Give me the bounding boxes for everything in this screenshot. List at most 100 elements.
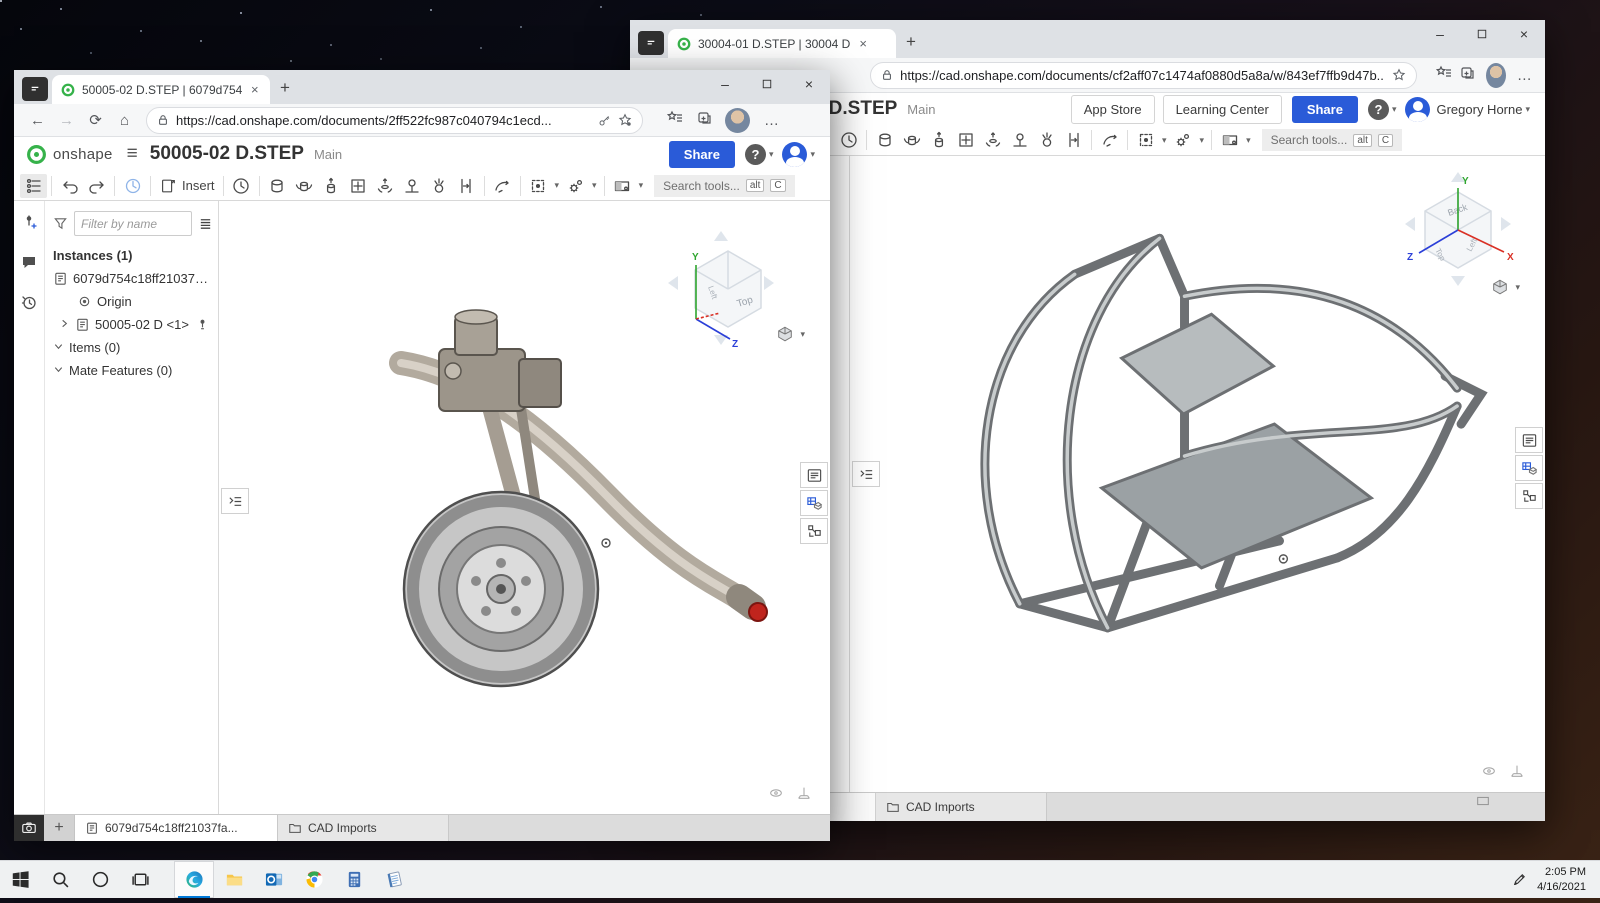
- minimize-button[interactable]: –: [1419, 20, 1461, 47]
- expand-chevron-icon[interactable]: [59, 317, 70, 332]
- sync-icon[interactable]: [119, 174, 146, 198]
- assembly-tab[interactable]: 6079d754c18ff21037fa...: [75, 815, 278, 841]
- taskbar-chrome-icon[interactable]: [294, 861, 334, 898]
- settings-gears-icon[interactable]: [1170, 128, 1197, 152]
- minimize-button[interactable]: –: [704, 70, 746, 97]
- password-key-icon[interactable]: [598, 114, 611, 127]
- tree-row-origin[interactable]: Origin: [45, 290, 218, 313]
- browser-menu-icon[interactable]: …: [758, 112, 785, 129]
- ball-mate-icon[interactable]: [1033, 128, 1060, 152]
- collections-icon[interactable]: [690, 110, 717, 130]
- parallel-mate-icon[interactable]: [1060, 128, 1087, 152]
- tree-row-items[interactable]: Items (0): [45, 336, 218, 359]
- taskbar-edge-icon[interactable]: [174, 861, 214, 898]
- cortana-icon[interactable]: [80, 861, 120, 898]
- appearance-icon[interactable]: [1481, 763, 1497, 784]
- section-view-icon[interactable]: [609, 174, 636, 198]
- new-element-tab-button[interactable]: +: [44, 815, 75, 841]
- tree-row-instance[interactable]: 6079d754c18ff21037fadc...: [45, 267, 218, 290]
- user-name[interactable]: Gregory Horne: [1436, 102, 1522, 117]
- browser-profile-avatar[interactable]: [1486, 63, 1506, 88]
- section-chevron-icon[interactable]: ▾: [639, 180, 644, 191]
- appearance-icon[interactable]: [768, 785, 784, 806]
- new-tab-icon[interactable]: +: [906, 32, 916, 52]
- share-button[interactable]: Share: [669, 141, 735, 168]
- slider-mate-icon[interactable]: [318, 174, 345, 198]
- list-options-icon[interactable]: [198, 216, 213, 231]
- planar-mate-icon[interactable]: [345, 174, 372, 198]
- user-avatar[interactable]: [1405, 97, 1430, 122]
- planar-mate-icon[interactable]: [952, 128, 979, 152]
- section-view-icon[interactable]: [1216, 128, 1243, 152]
- fastened-mate-icon[interactable]: [264, 174, 291, 198]
- collections-icon[interactable]: [1457, 65, 1478, 85]
- insert-button[interactable]: Insert: [155, 177, 219, 195]
- panel-collapse-toggle[interactable]: [221, 488, 249, 514]
- settings-chevron-icon[interactable]: ▾: [592, 180, 597, 191]
- close-tab-icon[interactable]: ×: [859, 36, 867, 51]
- cad-imports-tab[interactable]: CAD Imports: [876, 793, 1047, 821]
- cylindrical-mate-icon[interactable]: [372, 174, 399, 198]
- mate-connector-icon[interactable]: [195, 317, 210, 332]
- revolute-mate-icon[interactable]: [898, 128, 925, 152]
- user-avatar[interactable]: [782, 142, 807, 167]
- taskbar-file-explorer-icon[interactable]: [214, 861, 254, 898]
- close-tab-icon[interactable]: ×: [251, 82, 259, 97]
- help-chevron-icon[interactable]: ▾: [769, 149, 774, 160]
- user-menu-chevron-icon[interactable]: ▾: [810, 149, 815, 160]
- back-icon[interactable]: ←: [24, 112, 51, 129]
- user-menu-chevron-icon[interactable]: ▾: [1525, 104, 1530, 115]
- url-text[interactable]: https://cad.onshape.com/documents/cf2aff…: [900, 68, 1385, 83]
- occurrence-list-toggle[interactable]: [1515, 427, 1543, 453]
- new-tab-icon[interactable]: +: [280, 78, 290, 98]
- view-cube-menu[interactable]: ▾: [776, 325, 808, 343]
- revolute-mate-icon[interactable]: [291, 174, 318, 198]
- browser-window-front[interactable]: 50005-02 D.STEP | 6079d754c18 × + – × ← …: [14, 70, 830, 838]
- cad-imports-tab[interactable]: CAD Imports: [278, 815, 449, 841]
- tree-row-part[interactable]: 50005-02 D <1>: [45, 313, 218, 336]
- close-window-button[interactable]: ×: [1503, 20, 1545, 47]
- taskbar-notepad-icon[interactable]: [374, 861, 414, 898]
- maximize-button[interactable]: [746, 70, 788, 97]
- settings-chevron-icon[interactable]: ▾: [1200, 135, 1205, 146]
- redo-icon[interactable]: [83, 174, 110, 198]
- learning-center-button[interactable]: Learning Center: [1163, 95, 1282, 124]
- comments-icon[interactable]: [20, 253, 38, 276]
- favorite-star-icon[interactable]: [618, 113, 632, 127]
- help-chevron-icon[interactable]: ▾: [1392, 104, 1397, 115]
- exploded-view-toggle[interactable]: [1515, 483, 1543, 509]
- view-cube[interactable]: Back Top Left Y Z X: [1399, 168, 1517, 290]
- favorite-star-icon[interactable]: [1392, 68, 1406, 82]
- pin-slot-mate-icon[interactable]: [1006, 128, 1033, 152]
- filter-input[interactable]: [74, 211, 192, 236]
- favorites-bar-icon[interactable]: [661, 110, 688, 130]
- ball-mate-icon[interactable]: [426, 174, 453, 198]
- maximize-button[interactable]: [1461, 20, 1503, 47]
- camera-icon[interactable]: [14, 815, 44, 841]
- rotate-tool-icon[interactable]: [489, 174, 516, 198]
- collapse-chevron-icon[interactable]: [53, 363, 64, 378]
- view-cube-menu[interactable]: ▾: [1491, 278, 1523, 296]
- collapse-chevron-icon[interactable]: [53, 340, 64, 355]
- fastened-mate-icon[interactable]: [871, 128, 898, 152]
- start-button[interactable]: [0, 861, 40, 898]
- reload-icon[interactable]: ⟳: [82, 111, 109, 129]
- cylindrical-mate-icon[interactable]: [979, 128, 1006, 152]
- search-icon[interactable]: [40, 861, 80, 898]
- help-icon[interactable]: ?: [1368, 99, 1389, 120]
- url-text[interactable]: https://cad.onshape.com/documents/2ff522…: [176, 113, 552, 128]
- help-icon[interactable]: ?: [745, 144, 766, 165]
- search-tools[interactable]: Search tools... alt C: [654, 175, 795, 197]
- model-canvas[interactable]: Top Left Y Z ▾: [219, 201, 830, 814]
- rollback-clock-icon[interactable]: [228, 174, 255, 198]
- tab-actions-icon[interactable]: [22, 77, 48, 101]
- named-views-chevron-icon[interactable]: ▾: [555, 180, 560, 191]
- address-bar[interactable]: https://cad.onshape.com/documents/2ff522…: [146, 107, 643, 134]
- measure-icon[interactable]: [796, 785, 812, 806]
- filter-funnel-icon[interactable]: [53, 216, 68, 231]
- rotate-tool-icon[interactable]: [1096, 128, 1123, 152]
- mate-connector-add-icon[interactable]: [20, 213, 38, 236]
- browser-profile-avatar[interactable]: [725, 108, 750, 133]
- tree-row-mate-features[interactable]: Mate Features (0): [45, 359, 218, 382]
- forward-icon[interactable]: →: [53, 112, 80, 129]
